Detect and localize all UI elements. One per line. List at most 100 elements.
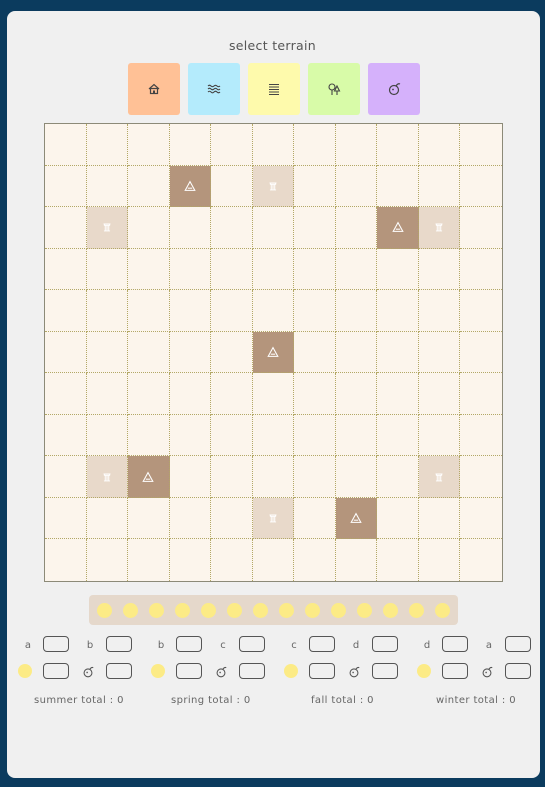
- board-cell[interactable]: [86, 373, 129, 415]
- board-cell[interactable]: [294, 290, 336, 332]
- goal-a-score-box[interactable]: [43, 636, 69, 652]
- board-cell[interactable]: [86, 331, 129, 374]
- board-cell[interactable]: [460, 415, 502, 457]
- board-cell[interactable]: [169, 207, 212, 249]
- board-cell[interactable]: [377, 290, 419, 332]
- board-cell[interactable]: [460, 456, 502, 498]
- board-cell[interactable]: [294, 248, 336, 291]
- board-cell[interactable]: [294, 497, 336, 540]
- coin-score-box[interactable]: [43, 663, 69, 679]
- terrain-village-button[interactable]: [128, 63, 180, 115]
- monster-score-box[interactable]: [505, 663, 531, 679]
- board-cell[interactable]: [294, 456, 336, 498]
- board-cell[interactable]: [86, 290, 129, 332]
- board-cell[interactable]: [252, 414, 295, 457]
- board-cell[interactable]: [211, 331, 253, 374]
- board-cell[interactable]: [252, 248, 295, 291]
- board-cell[interactable]: [335, 248, 378, 291]
- board-cell[interactable]: [45, 539, 87, 581]
- board-cell[interactable]: [45, 207, 87, 249]
- board-cell[interactable]: [87, 539, 129, 581]
- coin-score-box[interactable]: [442, 663, 468, 679]
- board-cell[interactable]: [211, 207, 253, 249]
- board-cell-ruin[interactable]: [418, 456, 461, 498]
- goal-a-score-box[interactable]: [442, 636, 468, 652]
- board-cell[interactable]: [86, 248, 129, 291]
- board-cell[interactable]: [294, 539, 336, 581]
- board-cell[interactable]: [128, 124, 170, 166]
- terrain-forest-button[interactable]: [308, 63, 360, 115]
- board-cell-mountain[interactable]: [335, 497, 378, 540]
- board-cell[interactable]: [418, 414, 461, 457]
- goal-a-score-box[interactable]: [176, 636, 202, 652]
- board-cell[interactable]: [45, 414, 87, 457]
- monster-score-box[interactable]: [239, 663, 265, 679]
- board-cell[interactable]: [294, 373, 336, 415]
- board-cell[interactable]: [377, 248, 419, 291]
- board-cell[interactable]: [86, 165, 129, 208]
- board-cell[interactable]: [294, 207, 336, 249]
- board-cell[interactable]: [169, 456, 212, 498]
- board-cell[interactable]: [418, 373, 461, 415]
- board-cell[interactable]: [252, 124, 295, 166]
- board-cell[interactable]: [377, 456, 419, 498]
- board-cell[interactable]: [252, 207, 295, 249]
- board-cell[interactable]: [86, 124, 129, 166]
- board-cell[interactable]: [335, 414, 378, 457]
- board-cell[interactable]: [211, 414, 253, 457]
- board-cell[interactable]: [418, 165, 461, 208]
- board-cell[interactable]: [335, 165, 378, 208]
- goal-b-score-box[interactable]: [239, 636, 265, 652]
- board-cell[interactable]: [170, 539, 212, 581]
- board-cell-mountain[interactable]: [377, 207, 419, 249]
- board-cell[interactable]: [169, 290, 212, 332]
- board-cell[interactable]: [211, 165, 253, 208]
- board-cell[interactable]: [377, 124, 419, 166]
- coin-score-box[interactable]: [309, 663, 335, 679]
- board-cell[interactable]: [45, 373, 87, 415]
- board-cell-ruin[interactable]: [252, 497, 295, 540]
- board-cell[interactable]: [211, 497, 253, 540]
- board-cell[interactable]: [460, 373, 502, 415]
- monster-score-box[interactable]: [106, 663, 132, 679]
- board-cell[interactable]: [128, 539, 170, 581]
- board-cell[interactable]: [418, 290, 461, 332]
- board-cell[interactable]: [45, 165, 87, 208]
- goal-b-score-box[interactable]: [106, 636, 132, 652]
- board-cell[interactable]: [169, 414, 212, 457]
- board-cell[interactable]: [253, 539, 295, 581]
- board-cell[interactable]: [86, 497, 129, 540]
- board-cell[interactable]: [252, 456, 295, 498]
- board-cell[interactable]: [335, 456, 378, 498]
- board-cell[interactable]: [460, 207, 502, 249]
- board-cell[interactable]: [418, 497, 461, 540]
- board-cell[interactable]: [45, 456, 87, 498]
- board-cell[interactable]: [169, 124, 212, 166]
- board-cell[interactable]: [336, 539, 378, 581]
- board-cell[interactable]: [211, 248, 253, 291]
- board-cell-mountain[interactable]: [252, 331, 295, 374]
- monster-score-box[interactable]: [372, 663, 398, 679]
- board-cell-ruin[interactable]: [418, 207, 461, 249]
- board-cell[interactable]: [377, 414, 419, 457]
- board-cell[interactable]: [169, 373, 212, 415]
- board-cell[interactable]: [418, 248, 461, 291]
- board-cell[interactable]: [45, 290, 87, 332]
- board-cell[interactable]: [419, 539, 461, 581]
- board-cell[interactable]: [460, 249, 502, 291]
- board-cell[interactable]: [45, 124, 87, 166]
- goal-b-score-box[interactable]: [505, 636, 531, 652]
- board-cell[interactable]: [45, 331, 87, 374]
- board-cell[interactable]: [294, 414, 336, 457]
- board-cell[interactable]: [128, 165, 170, 208]
- board-cell[interactable]: [86, 414, 129, 457]
- board-cell[interactable]: [45, 497, 87, 540]
- board-cell-mountain[interactable]: [169, 165, 212, 208]
- board-cell[interactable]: [211, 290, 253, 332]
- board-cell[interactable]: [460, 124, 502, 166]
- board-cell[interactable]: [335, 290, 378, 332]
- board-cell[interactable]: [460, 332, 502, 374]
- board-cell[interactable]: [252, 290, 295, 332]
- terrain-water-button[interactable]: [188, 63, 240, 115]
- board-cell[interactable]: [211, 539, 253, 581]
